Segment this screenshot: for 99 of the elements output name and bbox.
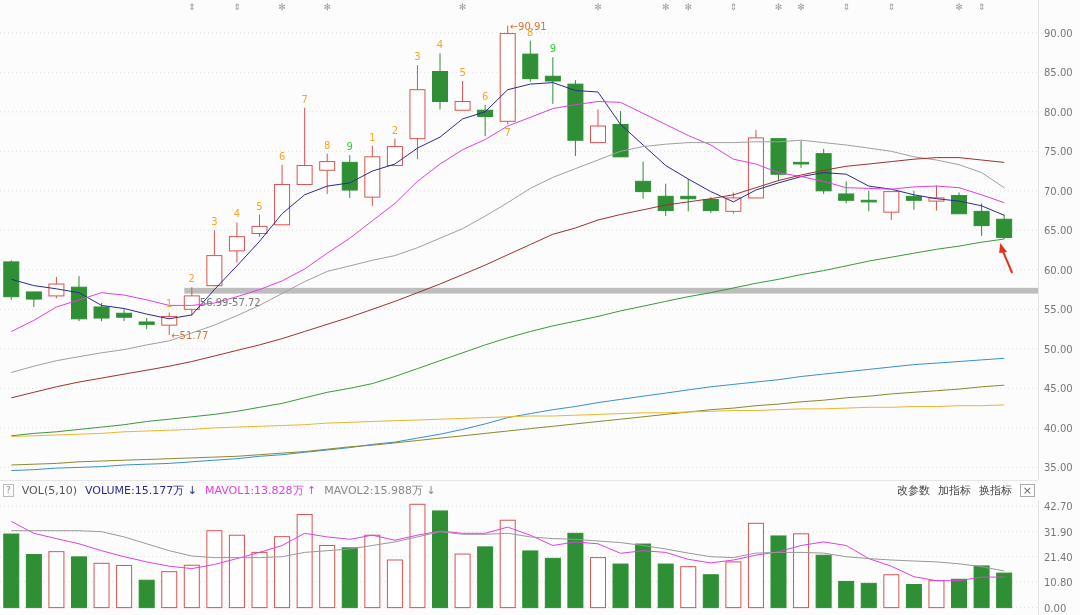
- count-label: 6: [481, 90, 489, 102]
- legend-label: VOL(5,10): [21, 484, 77, 497]
- count-label: 7: [504, 127, 511, 139]
- axis-label: 31.90: [1044, 526, 1073, 538]
- axis-label: 42.70: [1044, 500, 1073, 512]
- signal-marker: ✻: [797, 2, 805, 12]
- candlestick: [48, 276, 65, 299]
- legend-label: VOLUME:15.177万 ↓: [85, 483, 197, 498]
- candlestick: [274, 164, 291, 226]
- candlestick: [386, 138, 403, 167]
- candlestick: [522, 40, 539, 83]
- count-label: 5: [256, 200, 263, 212]
- candlestick: [702, 196, 719, 214]
- signal-marker: ✻: [774, 2, 783, 12]
- axis-label: 10.80: [1044, 576, 1073, 588]
- axis-label: 90.00: [1044, 27, 1073, 39]
- candlestick: [657, 183, 674, 217]
- count-label: 9: [346, 141, 353, 153]
- signal-marker: ✻: [684, 2, 692, 12]
- candlestick: [71, 275, 87, 322]
- legend-label: MAVOL2:15.988万 ↓: [324, 483, 436, 498]
- axis-label: 40.00: [1044, 422, 1073, 434]
- price-label: ←51.77: [171, 329, 209, 341]
- candlestick: [183, 286, 200, 317]
- signal-marker: ⇕: [977, 2, 986, 12]
- candlestick: [905, 190, 922, 211]
- candlestick: [341, 154, 358, 199]
- count-label: 1: [166, 298, 173, 310]
- signal-marker: ✻: [278, 2, 286, 12]
- axis-label: 35.00: [1044, 462, 1073, 474]
- candlestick: [590, 108, 606, 144]
- count-label: 4: [436, 39, 444, 51]
- signal-marker: ⇕: [233, 2, 241, 12]
- candlestick: [635, 161, 652, 200]
- axis-label: 60.00: [1044, 264, 1073, 276]
- candlestick: [319, 153, 336, 195]
- count-label: 2: [188, 273, 195, 285]
- candlestick: [477, 104, 494, 137]
- count-label: 3: [414, 51, 421, 63]
- candlestick: [364, 145, 381, 207]
- candlestick: [770, 138, 787, 182]
- axis-label: 21.40: [1044, 551, 1073, 563]
- candlestick: [680, 178, 697, 212]
- candlestick: [996, 214, 1013, 240]
- candlestick: [206, 229, 223, 287]
- candlestick: [928, 184, 945, 212]
- candlestick: [793, 140, 810, 169]
- candlestick: [251, 214, 268, 238]
- signal-marker: ⇕: [188, 2, 196, 12]
- candlestick: [951, 191, 967, 215]
- candlestick: [973, 202, 990, 237]
- axis-label: 0.00: [1044, 602, 1067, 614]
- axis-label: 70.00: [1044, 185, 1073, 197]
- candlestick: [725, 191, 742, 215]
- axis-label: 45.00: [1044, 383, 1073, 395]
- candlestick: [454, 80, 471, 111]
- axis-label: 75.00: [1044, 146, 1073, 158]
- signal-marker: ✻: [661, 2, 670, 12]
- candlestick: [138, 317, 155, 330]
- pointer-arrow: [999, 243, 1014, 274]
- candlestick: [228, 221, 245, 264]
- signal-marker: ✻: [323, 2, 331, 12]
- axis-label: 80.00: [1044, 106, 1073, 118]
- candlestick: [544, 56, 561, 105]
- indicator-button[interactable]: 加指标: [937, 483, 971, 498]
- count-label: 6: [278, 150, 286, 162]
- signal-marker: ✻: [594, 2, 602, 12]
- axis-label: 55.00: [1044, 304, 1073, 316]
- signal-marker: ⇕: [887, 2, 896, 12]
- signal-marker: ✻: [458, 2, 467, 12]
- candlestick: [3, 259, 20, 301]
- signal-marker: ⇕: [729, 2, 738, 12]
- legend-label: MAVOL1:13.828万 ↑: [204, 483, 317, 498]
- candlestick: [25, 291, 42, 308]
- help-button[interactable]: ?: [3, 484, 14, 497]
- count-label: 3: [211, 216, 218, 228]
- candlestick: [612, 110, 629, 158]
- axis-label: 50.00: [1044, 343, 1073, 355]
- count-label: 7: [301, 93, 308, 105]
- signal-marker: ⇕: [842, 2, 850, 12]
- candlestick: [838, 180, 855, 204]
- candlestick: [883, 191, 900, 221]
- indicator-button[interactable]: 换指标: [978, 483, 1012, 498]
- count-label: 1: [369, 131, 376, 143]
- count-label: 8: [324, 139, 331, 151]
- signal-marker: ✻: [955, 2, 963, 12]
- candlestick: [116, 308, 133, 322]
- close-button[interactable]: ×: [1019, 484, 1035, 497]
- axis-label: 85.00: [1044, 67, 1073, 79]
- axis-label: 65.00: [1044, 225, 1073, 237]
- count-label: 9: [549, 43, 557, 55]
- count-label: 2: [391, 124, 399, 136]
- candlestick: [860, 190, 877, 212]
- count-label: 5: [459, 67, 466, 78]
- candlestick: [432, 52, 448, 110]
- candlestick: [747, 129, 764, 199]
- count-label: 4: [233, 208, 241, 220]
- indicator-button[interactable]: 改参数: [896, 483, 930, 498]
- candlestick: [93, 302, 110, 322]
